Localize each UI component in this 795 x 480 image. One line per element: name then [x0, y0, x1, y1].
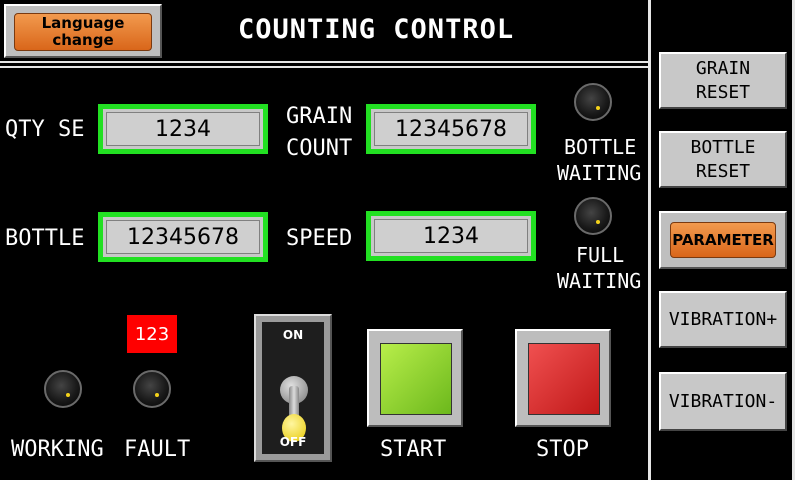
- start-button[interactable]: [367, 329, 463, 427]
- grain-count-field[interactable]: 12345678: [366, 104, 536, 154]
- language-change-button[interactable]: Language change: [4, 4, 162, 58]
- grain-reset-label-line2: RESET: [695, 81, 751, 103]
- bottle-value: 12345678: [106, 220, 260, 254]
- start-button-cap: [380, 343, 452, 415]
- parameter-label: PARAMETER: [670, 222, 776, 258]
- bottle-waiting-label-line1: BOTTLE: [564, 135, 637, 159]
- grain-reset-label-line1: GRAIN: [695, 57, 751, 79]
- qty-se-label: QTY SE: [5, 117, 85, 142]
- toggle-plate: ON OFF: [262, 322, 324, 454]
- header-divider-top: [0, 61, 648, 63]
- bottle-label: BOTTLE: [5, 226, 85, 251]
- full-waiting-indicator: [574, 197, 612, 235]
- power-toggle-switch[interactable]: ON OFF: [254, 314, 332, 462]
- language-change-label: Language change: [14, 13, 152, 51]
- header-divider-bottom: [0, 66, 648, 68]
- working-indicator: [44, 370, 82, 408]
- grain-count-label-line1: GRAIN: [286, 104, 353, 129]
- grain-count-label-line2: COUNT: [286, 136, 353, 161]
- parameter-button[interactable]: PARAMETER: [659, 211, 787, 269]
- grain-reset-button[interactable]: GRAIN RESET: [659, 52, 787, 109]
- toggle-on-label: ON: [282, 328, 304, 342]
- qty-se-field[interactable]: 1234: [98, 104, 268, 154]
- full-waiting-label-line2: WAITING: [557, 269, 642, 293]
- bottle-reset-label-line1: BOTTLE: [690, 136, 756, 158]
- fault-code-badge: 123: [127, 315, 177, 353]
- vibration-plus-button[interactable]: VIBRATION+: [659, 291, 787, 348]
- fault-indicator: [133, 370, 171, 408]
- vibration-minus-button[interactable]: VIBRATION-: [659, 372, 787, 431]
- bottle-reset-label-line2: RESET: [695, 160, 751, 182]
- speed-field[interactable]: 1234: [366, 211, 536, 261]
- stop-label: STOP: [536, 437, 589, 462]
- page-title: COUNTING CONTROL: [238, 14, 515, 45]
- sidebar-divider: [648, 0, 651, 480]
- bottle-waiting-label-line2: WAITING: [557, 161, 642, 185]
- qty-se-value: 1234: [106, 112, 260, 146]
- speed-label: SPEED: [286, 226, 353, 251]
- stop-button-cap: [528, 343, 600, 415]
- toggle-off-label: OFF: [279, 435, 307, 449]
- start-label: START: [380, 437, 447, 462]
- grain-count-value: 12345678: [374, 112, 528, 146]
- working-label: WORKING: [11, 437, 104, 462]
- bottle-reset-button[interactable]: BOTTLE RESET: [659, 131, 787, 188]
- fault-label: FAULT: [124, 437, 191, 462]
- bottle-waiting-indicator: [574, 83, 612, 121]
- stop-button[interactable]: [515, 329, 611, 427]
- full-waiting-label-line1: FULL: [576, 243, 625, 267]
- bottle-field[interactable]: 12345678: [98, 212, 268, 262]
- speed-value: 1234: [374, 219, 528, 253]
